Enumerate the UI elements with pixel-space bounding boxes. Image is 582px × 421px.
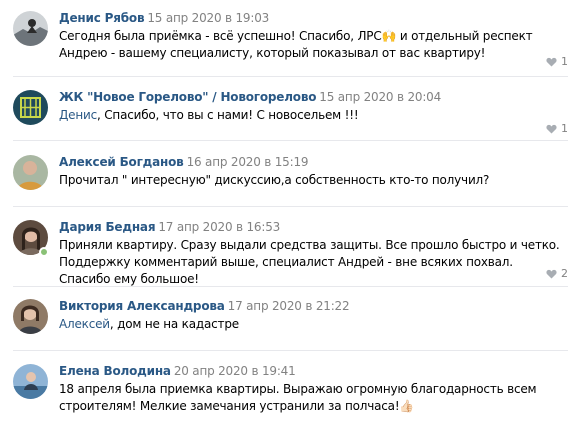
like-button[interactable]: 2 xyxy=(546,267,568,280)
comment: Алексей Богданов 16 апр 2020 в 15:19 Проч… xyxy=(0,155,582,195)
comment: Дария Бедная 17 апр 2020 в 16:53 Приняли … xyxy=(0,220,582,286)
like-count: 1 xyxy=(561,122,568,135)
like-count: 2 xyxy=(561,267,568,280)
comment-text-body: , дом не на кадастре xyxy=(109,317,239,331)
avatar[interactable] xyxy=(13,364,48,399)
comment-text: 18 апреля была приемка квартиры. Выражаю… xyxy=(59,382,537,413)
author-name[interactable]: Елена Володина xyxy=(59,364,171,378)
comment-date[interactable]: 15 апр 2020 в 19:03 xyxy=(147,11,269,25)
reply-to-link[interactable]: Алексей xyxy=(59,317,110,331)
divider xyxy=(13,286,568,287)
comment-date[interactable]: 17 апр 2020 в 16:53 xyxy=(158,220,280,234)
author-name[interactable]: ЖК "Новое Горелово" / Новогорелово xyxy=(59,90,316,104)
comment: ЖК "Новое Горелово" / Новогорелово 15 апр… xyxy=(0,90,582,140)
divider xyxy=(13,76,568,77)
comment-header: Денис Рябов 15 апр 2020 в 19:03 xyxy=(59,11,269,25)
comment: Елена Володина 20 апр 2020 в 19:41 18 апр… xyxy=(0,364,582,419)
heart-icon xyxy=(546,57,557,67)
divider xyxy=(13,140,568,141)
like-count: 1 xyxy=(561,55,568,68)
comment-text: Сегодня была приёмка - всё успешно! Спас… xyxy=(59,29,533,60)
comment-date[interactable]: 17 апр 2020 в 21:22 xyxy=(228,299,350,313)
comment-header: Алексей Богданов 16 апр 2020 в 15:19 xyxy=(59,155,309,169)
heart-icon xyxy=(546,124,557,134)
comment-header: Виктория Александрова 17 апр 2020 в 21:22 xyxy=(59,299,350,313)
author-name[interactable]: Дария Бедная xyxy=(59,220,156,234)
comment-text: Алексей, дом не на кадастре xyxy=(59,316,564,333)
heart-icon xyxy=(546,269,557,279)
comment-text: Денис, Спасибо, что вы с нами! С новосел… xyxy=(59,107,564,124)
like-button[interactable]: 1 xyxy=(546,55,568,68)
comment-date[interactable]: 16 апр 2020 в 15:19 xyxy=(187,155,309,169)
avatar[interactable] xyxy=(13,155,48,190)
author-name[interactable]: Денис Рябов xyxy=(59,11,145,25)
author-name[interactable]: Виктория Александрова xyxy=(59,299,225,313)
comment-text: Приняли квартиру. Сразу выдали средства … xyxy=(59,238,560,286)
comment: Виктория Александрова 17 апр 2020 в 21:22… xyxy=(0,299,582,339)
avatar[interactable] xyxy=(13,90,48,125)
online-status-indicator xyxy=(39,247,49,257)
divider xyxy=(13,206,568,207)
comment-header: Елена Володина 20 апр 2020 в 19:41 xyxy=(59,364,296,378)
comment-header: Дария Бедная 17 апр 2020 в 16:53 xyxy=(59,220,280,234)
comment-text: Прочитал " интересную" дискуссию,а собст… xyxy=(59,173,490,187)
comment-header: ЖК "Новое Горелово" / Новогорелово 15 апр… xyxy=(59,90,441,104)
divider xyxy=(13,350,568,351)
reply-to-link[interactable]: Денис xyxy=(59,108,97,122)
comment: Денис Рябов 15 апр 2020 в 19:03 Сегодня б… xyxy=(0,11,582,71)
like-button[interactable]: 1 xyxy=(546,122,568,135)
author-name[interactable]: Алексей Богданов xyxy=(59,155,184,169)
avatar[interactable] xyxy=(13,299,48,334)
avatar[interactable] xyxy=(13,11,48,46)
comment-text-body: , Спасибо, что вы с нами! С новосельем !… xyxy=(97,108,359,122)
comment-date[interactable]: 20 апр 2020 в 19:41 xyxy=(174,364,296,378)
comment-date[interactable]: 15 апр 2020 в 20:04 xyxy=(319,90,441,104)
